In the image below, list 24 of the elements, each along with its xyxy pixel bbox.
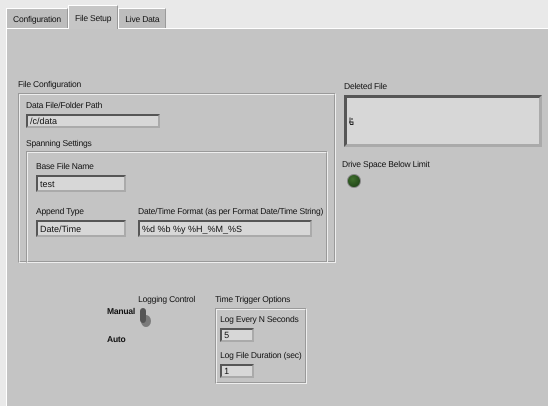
number-field[interactable]: 1 xyxy=(220,364,254,378)
tab[interactable]: Live Data xyxy=(118,8,166,28)
field-label: Date/Time Format (as per Format Date/Time String) xyxy=(138,206,324,217)
tab[interactable]: File Setup xyxy=(68,5,118,29)
input-field[interactable]: %d %b %y %H_%M_%S xyxy=(138,220,312,237)
field-label: Log Every N Seconds xyxy=(220,314,299,325)
number-field[interactable]: 5 xyxy=(220,328,254,342)
field-label: Base File Name xyxy=(36,161,94,172)
section-label: File Configuration xyxy=(18,79,82,90)
input-field[interactable]: Date/Time xyxy=(36,220,126,237)
input-field[interactable]: test xyxy=(36,175,126,192)
cursor-icon xyxy=(349,117,354,125)
field-label: Data File/Folder Path xyxy=(26,100,102,111)
section-label: Spanning Settings xyxy=(26,138,92,149)
indicator-label: Drive Space Below Limit xyxy=(342,159,431,170)
field-label: Log File Duration (sec) xyxy=(220,350,302,361)
field-label: Append Type xyxy=(36,206,85,217)
section-label: Time Trigger Options xyxy=(215,294,292,305)
switch-option-label: Manual xyxy=(107,306,136,317)
switch-option-label: Auto xyxy=(107,334,127,345)
tab[interactable]: Configuration xyxy=(6,8,68,28)
path-field[interactable]: /c/data xyxy=(26,114,160,128)
field-label: Deleted File xyxy=(344,81,388,92)
switch-label: Logging Control xyxy=(138,294,196,305)
